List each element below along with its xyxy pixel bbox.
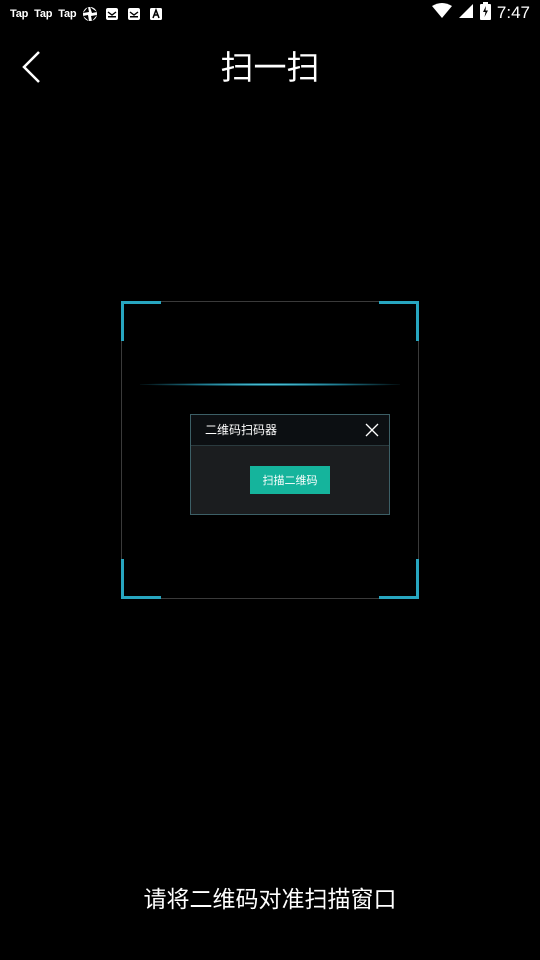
font-icon	[148, 6, 164, 22]
scan-qr-button[interactable]: 扫描二维码	[250, 466, 330, 494]
mail-icon	[126, 6, 142, 22]
notification-area: Tap Tap Tap	[10, 4, 164, 24]
scan-line	[140, 383, 400, 386]
viewfinder-corner-bottom-left	[121, 559, 161, 599]
signal-icon	[458, 3, 474, 23]
battery-charging-icon	[479, 2, 491, 24]
clock: 7:47	[496, 3, 530, 22]
dialog-close-button[interactable]	[363, 421, 381, 439]
wifi-icon	[431, 3, 452, 23]
taptap-notification-icon: Tap	[10, 8, 29, 20]
close-icon	[365, 423, 379, 437]
status-bar: Tap Tap Tap 7:47	[0, 0, 540, 26]
viewfinder-corner-top-left	[121, 301, 161, 341]
app-header: 扫一扫	[0, 36, 540, 98]
dialog-header: 二维码扫码器	[191, 415, 389, 446]
taptap-notification-icon: Tap	[58, 8, 77, 20]
system-status-area: 7:47	[431, 2, 530, 24]
page-title: 扫一扫	[220, 48, 320, 87]
scan-hint: 请将二维码对准扫描窗口	[143, 887, 397, 913]
dialog-title: 二维码扫码器	[205, 423, 278, 437]
taptap-notification-icon: Tap	[34, 8, 53, 20]
mail-icon	[104, 6, 120, 22]
aperture-icon	[82, 6, 98, 22]
viewfinder-corner-top-right	[379, 301, 419, 341]
viewfinder-corner-bottom-right	[379, 559, 419, 599]
qr-scanner-dialog: 二维码扫码器 扫描二维码	[190, 414, 390, 515]
